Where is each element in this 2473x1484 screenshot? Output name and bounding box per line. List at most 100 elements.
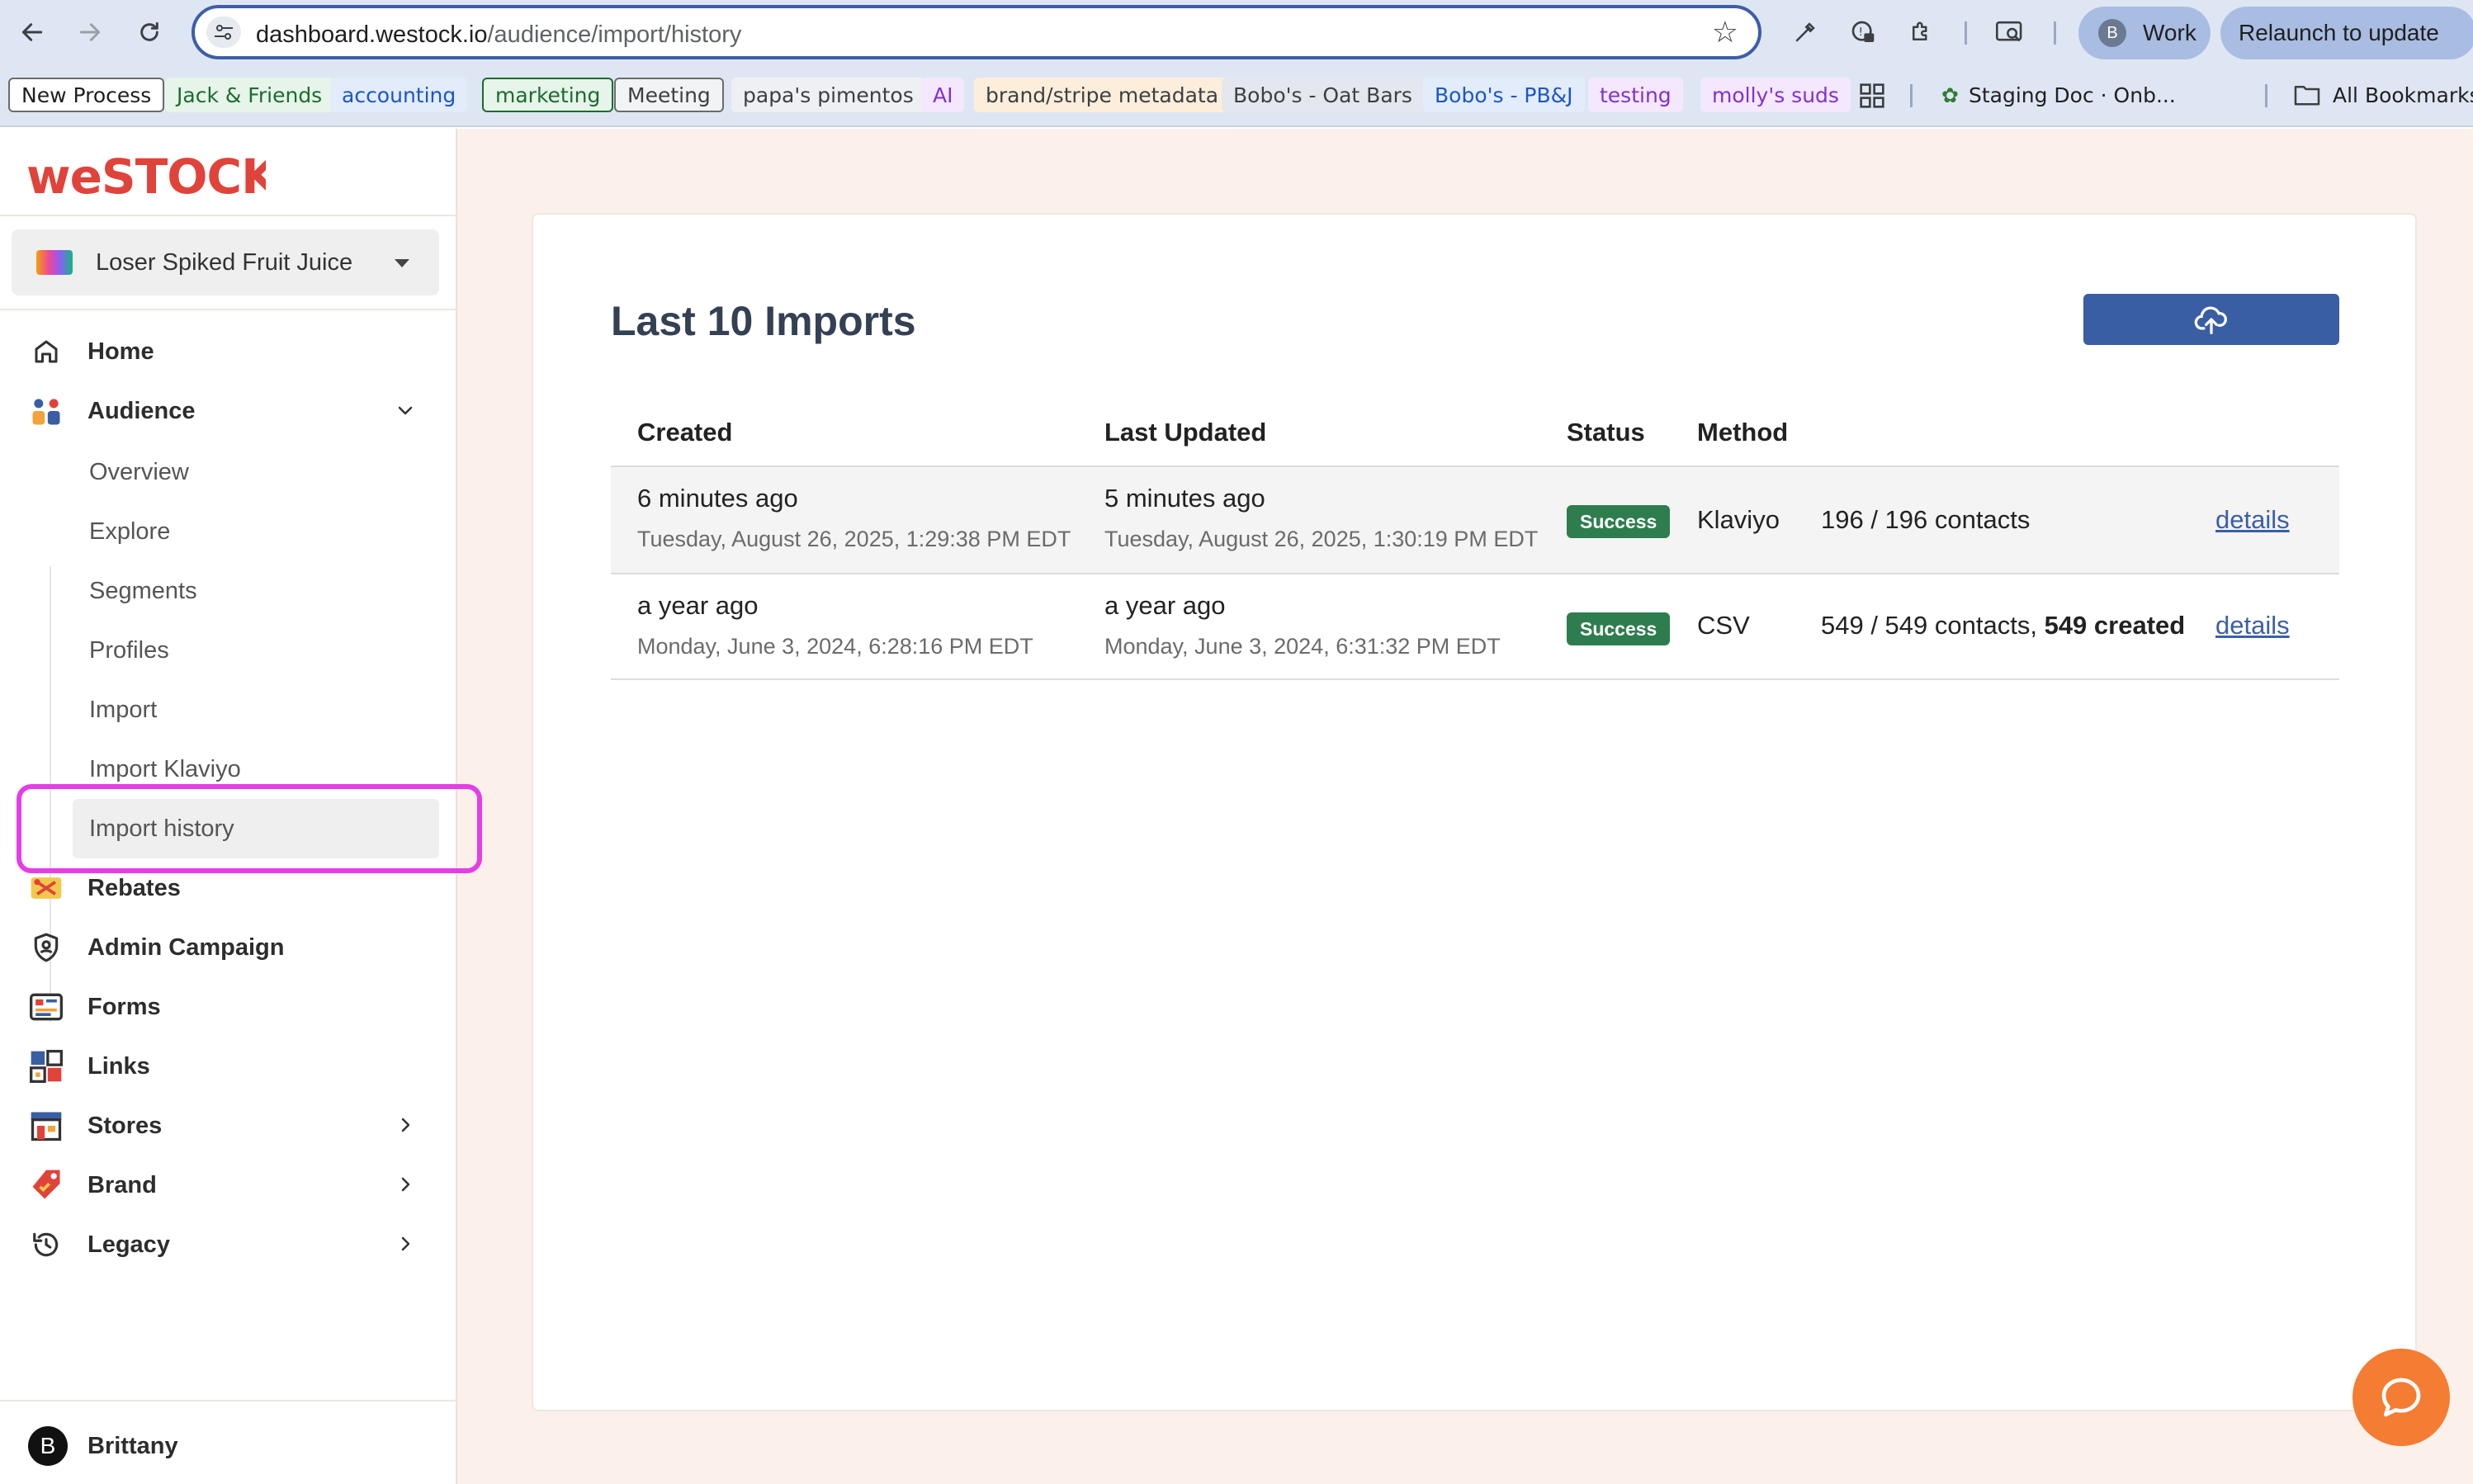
toolbar-separator <box>1965 21 1967 45</box>
bookmark-chip[interactable]: marketing <box>482 78 614 112</box>
site-settings-icon[interactable] <box>206 17 241 48</box>
column-header-status: Status <box>1567 418 1645 447</box>
url-host: dashboard.westock.io <box>256 21 488 48</box>
bookmark-chip[interactable]: brand/stripe metadata <box>974 78 1231 112</box>
chevron-right-icon[interactable] <box>395 1174 416 1195</box>
status-badge: Success <box>1567 505 1671 538</box>
sidebar-item-forms[interactable]: Forms <box>28 984 161 1030</box>
svg-text:weSTOCK: weSTOCK <box>26 149 266 205</box>
upload-button[interactable] <box>2083 294 2339 345</box>
brand-name: Loser Spiked Fruit Juice <box>96 248 353 276</box>
bookmark-staging-doc[interactable]: ✿ Staging Doc · Onb... <box>1935 78 2182 112</box>
imports-card: Last 10 Imports Created Last Updated Sta… <box>532 213 2417 1411</box>
cloud-upload-icon <box>2194 306 2227 334</box>
arrow-left-icon <box>21 23 43 41</box>
sidebar-item-label: Links <box>87 1052 150 1080</box>
method-value: Klaviyo <box>1697 505 1780 534</box>
all-bookmarks-button[interactable]: All Bookmarks <box>2286 78 2473 112</box>
contacts-count: 196 / 196 contacts <box>1821 505 2031 534</box>
sidebar-subitem-explore[interactable]: Explore <box>89 508 170 555</box>
avatar: B <box>28 1426 68 1466</box>
search-tab-icon[interactable] <box>1993 15 2027 50</box>
bookmark-chip[interactable]: Meeting <box>614 78 724 112</box>
eyedropper-icon[interactable] <box>1788 15 1823 50</box>
bookmark-chip[interactable]: accounting <box>330 78 468 112</box>
bookmark-chip[interactable]: Bobo's - Oat Bars <box>1222 78 1424 112</box>
sidebar-item-label: Stores <box>87 1112 163 1139</box>
forms-icon <box>28 989 64 1025</box>
status-badge: Success <box>1567 612 1671 645</box>
sidebar-subitem-segments[interactable]: Segments <box>89 568 197 614</box>
bookmark-chip[interactable]: Jack & Friends <box>165 78 334 112</box>
bookmark-separator <box>2265 84 2267 107</box>
home-icon <box>28 333 64 370</box>
bookmark-chip[interactable]: papa's pimentos <box>731 78 925 112</box>
support-chat-button[interactable] <box>2352 1349 2450 1446</box>
sidebar-item-label: Audience <box>87 397 196 424</box>
created-relative: a year ago <box>637 591 759 620</box>
rebates-icon <box>28 870 64 906</box>
tag-icon <box>28 1167 64 1203</box>
url-text: dashboard.westock.io/audience/import/his… <box>256 21 741 49</box>
created-count: 549 created <box>2044 611 2186 640</box>
updated-absolute: Monday, June 3, 2024, 6:31:32 PM EDT <box>1104 634 1501 659</box>
bookmark-chip[interactable]: testing <box>1588 78 1683 112</box>
sidebar-subitem-import[interactable]: Import <box>89 687 157 733</box>
sidebar-item-home[interactable]: Home <box>28 328 154 375</box>
details-link[interactable]: details <box>2215 505 2290 535</box>
links-icon <box>28 1048 64 1085</box>
bookmark-separator <box>1910 84 1913 107</box>
reload-button[interactable] <box>130 13 168 51</box>
sidebar-item-label: Brand <box>87 1171 157 1198</box>
sidebar-item-label: Forms <box>87 993 161 1020</box>
apps-grid-icon[interactable] <box>1859 83 1885 109</box>
sidebar-item-legacy[interactable]: Legacy <box>28 1222 170 1268</box>
relaunch-button[interactable]: Relaunch to update <box>2220 7 2473 59</box>
store-icon <box>28 1108 64 1144</box>
page-title: Last 10 Imports <box>611 298 916 344</box>
bookmark-chip[interactable]: Bobo's - PB&J <box>1423 78 1585 112</box>
bookmark-chip[interactable]: AI <box>921 78 965 112</box>
chat-bubble-icon <box>2381 1378 2421 1417</box>
audience-icon <box>28 393 64 429</box>
user-menu[interactable]: B Brittany <box>28 1426 178 1466</box>
method-value: CSV <box>1697 611 1750 640</box>
table-row: 6 minutes ago Tuesday, August 26, 2025, … <box>611 466 2339 573</box>
created-relative: 6 minutes ago <box>637 484 798 513</box>
bookmark-chip[interactable]: New Process <box>8 78 165 112</box>
created-absolute: Tuesday, August 26, 2025, 1:29:38 PM EDT <box>637 527 1071 551</box>
sidebar-subitem-overview[interactable]: Overview <box>89 449 189 495</box>
sidebar-divider <box>0 215 457 216</box>
chevron-right-icon[interactable] <box>395 1233 416 1255</box>
bookmark-star-icon[interactable]: ☆ <box>1712 17 1738 48</box>
sidebar-item-links[interactable]: Links <box>28 1043 150 1089</box>
bookmark-chip[interactable]: molly's suds <box>1700 78 1851 112</box>
folder-icon <box>2294 85 2320 106</box>
back-button[interactable] <box>13 13 51 51</box>
chevron-down-icon[interactable] <box>395 399 416 421</box>
sidebar: weSTOCK Loser Spiked Fruit Juice Home Au… <box>0 129 482 1484</box>
chevron-right-icon[interactable] <box>395 1114 416 1136</box>
password-manager-icon[interactable]: ! <box>1846 15 1880 50</box>
sidebar-item-label: Rebates <box>87 874 181 901</box>
toolbar-separator <box>2054 21 2056 45</box>
sidebar-subitem-profiles[interactable]: Profiles <box>89 627 169 673</box>
sidebar-item-label: Admin Campaign <box>87 933 285 961</box>
url-path: /audience/import/history <box>487 21 742 48</box>
profile-button[interactable]: B Work <box>2078 7 2211 59</box>
sidebar-item-stores[interactable]: Stores <box>28 1103 162 1149</box>
sidebar-item-audience[interactable]: Audience <box>28 388 196 434</box>
sidebar-item-admin-campaign[interactable]: Admin Campaign <box>28 924 284 971</box>
brand-thumbnail <box>36 250 73 275</box>
forward-button[interactable] <box>71 13 109 51</box>
brand-selector[interactable]: Loser Spiked Fruit Juice <box>12 229 439 295</box>
sidebar-item-brand[interactable]: Brand <box>28 1162 157 1208</box>
column-header-method: Method <box>1697 418 1789 447</box>
sidebar-item-rebates[interactable]: Rebates <box>28 865 181 911</box>
extensions-icon[interactable] <box>1903 15 1938 50</box>
caret-down-icon <box>395 259 409 267</box>
address-bar[interactable]: dashboard.westock.io/audience/import/his… <box>192 5 1761 59</box>
westock-logo[interactable]: weSTOCK <box>26 147 266 205</box>
profile-avatar: B <box>2098 19 2126 47</box>
details-link[interactable]: details <box>2215 611 2290 640</box>
